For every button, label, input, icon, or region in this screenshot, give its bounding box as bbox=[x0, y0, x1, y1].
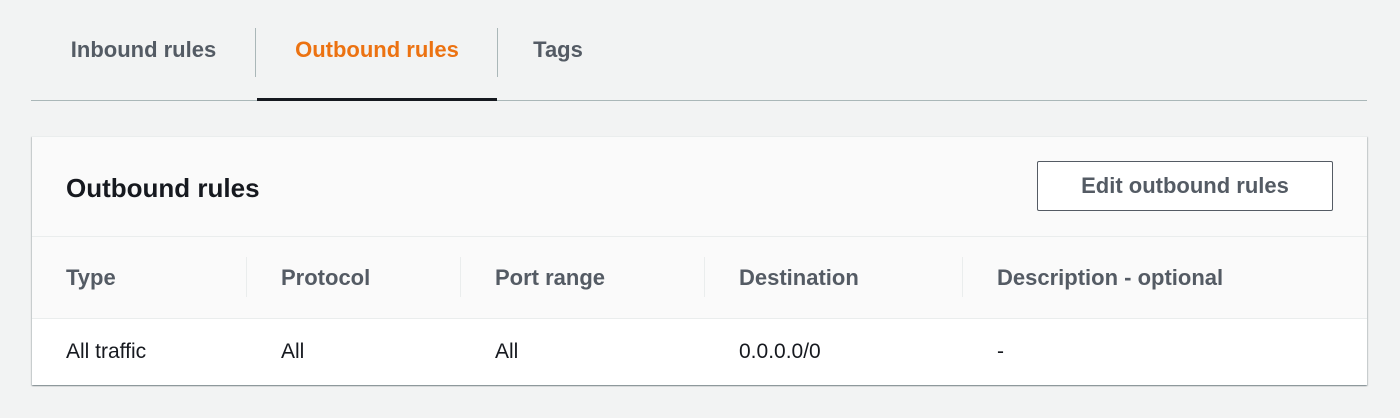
column-divider[interactable] bbox=[246, 257, 247, 297]
outbound-rules-panel: Outbound rules Edit outbound rules Type … bbox=[32, 136, 1367, 385]
tab-tags[interactable]: Tags bbox=[498, 0, 618, 100]
panel-title: Outbound rules bbox=[66, 173, 260, 203]
table-header: Type Protocol Port range Destination Des… bbox=[32, 237, 1367, 319]
column-header-description[interactable]: Description - optional bbox=[997, 237, 1223, 318]
column-header-destination[interactable]: Destination bbox=[739, 237, 859, 318]
tab-outbound-rules[interactable]: Outbound rules bbox=[257, 0, 497, 101]
tab-label: Outbound rules bbox=[295, 37, 459, 62]
cell-protocol: All bbox=[281, 340, 305, 363]
column-header-type[interactable]: Type bbox=[66, 237, 116, 318]
column-divider[interactable] bbox=[704, 257, 705, 297]
cell-description: - bbox=[997, 340, 1004, 363]
column-divider[interactable] bbox=[962, 257, 963, 297]
tab-inbound-rules[interactable]: Inbound rules bbox=[31, 0, 256, 100]
column-header-port-range[interactable]: Port range bbox=[495, 237, 605, 318]
cell-type: All traffic bbox=[66, 340, 147, 363]
cell-port-range: All bbox=[495, 340, 519, 363]
tab-bar: Inbound rules Outbound rules Tags bbox=[31, 0, 1367, 101]
column-divider[interactable] bbox=[460, 257, 461, 297]
edit-outbound-rules-button[interactable]: Edit outbound rules bbox=[1037, 161, 1333, 211]
tab-label: Inbound rules bbox=[70, 37, 217, 62]
table-row: All traffic All All 0.0.0.0/0 - bbox=[32, 319, 1367, 385]
panel-header: Outbound rules Edit outbound rules bbox=[32, 137, 1367, 237]
column-header-protocol[interactable]: Protocol bbox=[281, 237, 370, 318]
tab-divider bbox=[255, 28, 256, 77]
cell-destination: 0.0.0.0/0 bbox=[739, 340, 821, 363]
tab-label: Tags bbox=[533, 37, 583, 62]
